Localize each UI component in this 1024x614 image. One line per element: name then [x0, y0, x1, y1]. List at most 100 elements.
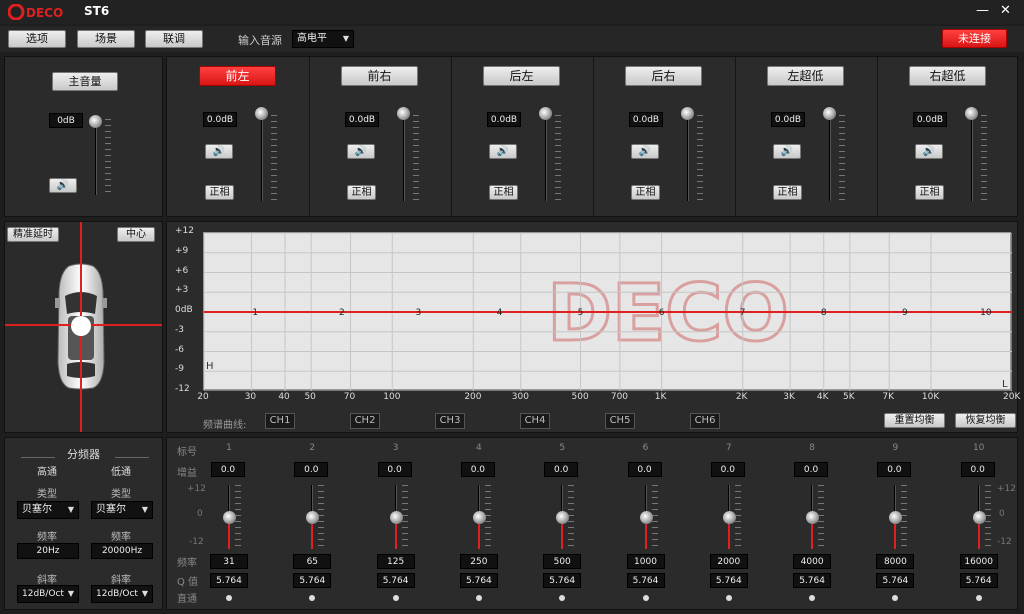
band-bypass-toggle[interactable]	[475, 595, 482, 601]
channel-volume-slider[interactable]	[539, 107, 552, 120]
channel-select-button[interactable]: 前右	[341, 66, 418, 86]
band-freq-input[interactable]: 4000	[793, 554, 832, 569]
channel-select-button[interactable]: 后右	[625, 66, 702, 86]
channel-mute-button[interactable]: 🔊	[915, 144, 943, 159]
listening-position-handle[interactable]	[71, 316, 91, 336]
band-q-input[interactable]: 5.764	[959, 573, 998, 588]
scene-button[interactable]: 场景	[77, 30, 135, 48]
band-gain-input[interactable]: 0.0	[710, 462, 745, 477]
spectrum-curve-button[interactable]: CH6	[690, 413, 720, 429]
channel-phase-button[interactable]: 正相	[347, 185, 376, 200]
center-button[interactable]: 中心	[117, 227, 155, 242]
band-freq-input[interactable]: 250	[459, 554, 498, 569]
options-button[interactable]: 选项	[8, 30, 66, 48]
eq-point-marker[interactable]: 4	[497, 308, 503, 318]
channel-mute-button[interactable]: 🔊	[773, 144, 801, 159]
band-gain-slider[interactable]	[722, 511, 736, 524]
band-gain-input[interactable]: 0.0	[294, 462, 329, 477]
minimize-button[interactable]: —	[976, 3, 989, 18]
band-bypass-toggle[interactable]	[892, 595, 899, 601]
eq-graph-area[interactable]: DECO 1 2 3 4 5 6 7 8 9 10 H L	[203, 232, 1012, 391]
spectrum-curve-button[interactable]: CH1	[265, 413, 295, 429]
band-freq-input[interactable]: 31	[210, 554, 248, 569]
channel-mute-button[interactable]: 🔊	[631, 144, 659, 159]
master-volume-button[interactable]: 主音量	[52, 72, 118, 91]
band-bypass-toggle[interactable]	[725, 595, 732, 601]
spectrum-curve-button[interactable]: CH2	[350, 413, 380, 429]
band-gain-input[interactable]: 0.0	[627, 462, 662, 477]
channel-volume-slider[interactable]	[965, 107, 978, 120]
band-gain-slider[interactable]	[972, 511, 986, 524]
lp-freq-input[interactable]: 20000Hz	[91, 543, 153, 559]
spectrum-curve-button[interactable]: CH3	[435, 413, 465, 429]
band-q-input[interactable]: 5.764	[793, 573, 832, 588]
band-freq-input[interactable]: 500	[543, 554, 582, 569]
master-volume-slider[interactable]	[89, 115, 102, 128]
connection-status-button[interactable]: 未连接	[942, 29, 1007, 48]
channel-volume-slider[interactable]	[823, 107, 836, 120]
channel-phase-button[interactable]: 正相	[773, 185, 802, 200]
channel-phase-button[interactable]: 正相	[915, 185, 944, 200]
channel-volume-slider[interactable]	[681, 107, 694, 120]
channel-select-button[interactable]: 前左	[199, 66, 276, 86]
channel-select-button[interactable]: 后左	[483, 66, 560, 86]
channel-phase-button[interactable]: 正相	[631, 185, 660, 200]
band-q-input[interactable]: 5.764	[876, 573, 915, 588]
hp-freq-input[interactable]: 20Hz	[17, 543, 79, 559]
band-gain-input[interactable]: 0.0	[211, 462, 245, 477]
restore-eq-button[interactable]: 恢复均衡	[955, 413, 1016, 428]
eq-point-marker[interactable]: 6	[659, 308, 665, 318]
band-bypass-toggle[interactable]	[809, 595, 816, 601]
band-q-input[interactable]: 5.764	[626, 573, 665, 588]
eq-point-marker[interactable]: 8	[821, 308, 827, 318]
lp-slope-select[interactable]: 12dB/Oct	[91, 585, 153, 603]
eq-point-marker[interactable]: 2	[339, 308, 345, 318]
band-gain-slider[interactable]	[389, 511, 403, 524]
hp-slope-select[interactable]: 12dB/Oct	[17, 585, 79, 603]
channel-phase-button[interactable]: 正相	[489, 185, 518, 200]
band-bypass-toggle[interactable]	[309, 595, 316, 601]
band-gain-slider[interactable]	[223, 511, 236, 524]
channel-volume-slider[interactable]	[397, 107, 410, 120]
channel-phase-button[interactable]: 正相	[205, 185, 234, 200]
band-bypass-toggle[interactable]	[559, 595, 566, 601]
lp-type-select[interactable]: 贝塞尔	[91, 501, 153, 519]
band-freq-input[interactable]: 1000	[626, 554, 665, 569]
channel-select-button[interactable]: 左超低	[767, 66, 844, 86]
channel-select-button[interactable]: 右超低	[909, 66, 986, 86]
input-source-select[interactable]: 高电平	[292, 30, 354, 48]
close-button[interactable]: ✕	[1000, 3, 1011, 18]
link-button[interactable]: 联调	[145, 30, 203, 48]
band-gain-input[interactable]: 0.0	[460, 462, 495, 477]
channel-mute-button[interactable]: 🔊	[489, 144, 517, 159]
band-q-input[interactable]: 5.764	[459, 573, 498, 588]
channel-mute-button[interactable]: 🔊	[347, 144, 375, 159]
band-gain-input[interactable]: 0.0	[960, 462, 995, 477]
spectrum-curve-button[interactable]: CH4	[520, 413, 550, 429]
band-q-input[interactable]: 5.764	[709, 573, 748, 588]
eq-point-marker[interactable]: 10	[980, 308, 992, 318]
precise-delay-button[interactable]: 精准延时	[7, 227, 59, 242]
band-gain-input[interactable]: 0.0	[377, 462, 412, 477]
band-gain-slider[interactable]	[806, 511, 820, 524]
channel-volume-slider[interactable]	[255, 107, 268, 120]
band-gain-slider[interactable]	[472, 511, 486, 524]
reset-eq-button[interactable]: 重置均衡	[884, 413, 945, 428]
band-bypass-toggle[interactable]	[392, 595, 399, 601]
band-freq-input[interactable]: 65	[293, 554, 332, 569]
eq-point-marker[interactable]: 1	[252, 308, 258, 318]
eq-point-marker[interactable]: 3	[415, 308, 421, 318]
band-gain-input[interactable]: 0.0	[794, 462, 829, 477]
master-mute-button[interactable]: 🔊	[49, 178, 77, 193]
hp-type-select[interactable]: 贝塞尔	[17, 501, 79, 519]
band-bypass-toggle[interactable]	[975, 595, 982, 601]
eq-point-marker[interactable]: 5	[578, 308, 584, 318]
band-q-input[interactable]: 5.764	[293, 573, 332, 588]
band-bypass-toggle[interactable]	[226, 595, 232, 601]
channel-mute-button[interactable]: 🔊	[205, 144, 233, 159]
spectrum-curve-button[interactable]: CH5	[605, 413, 635, 429]
band-bypass-toggle[interactable]	[642, 595, 649, 601]
band-freq-input[interactable]: 2000	[709, 554, 748, 569]
band-freq-input[interactable]: 16000	[959, 554, 998, 569]
band-freq-input[interactable]: 8000	[876, 554, 915, 569]
